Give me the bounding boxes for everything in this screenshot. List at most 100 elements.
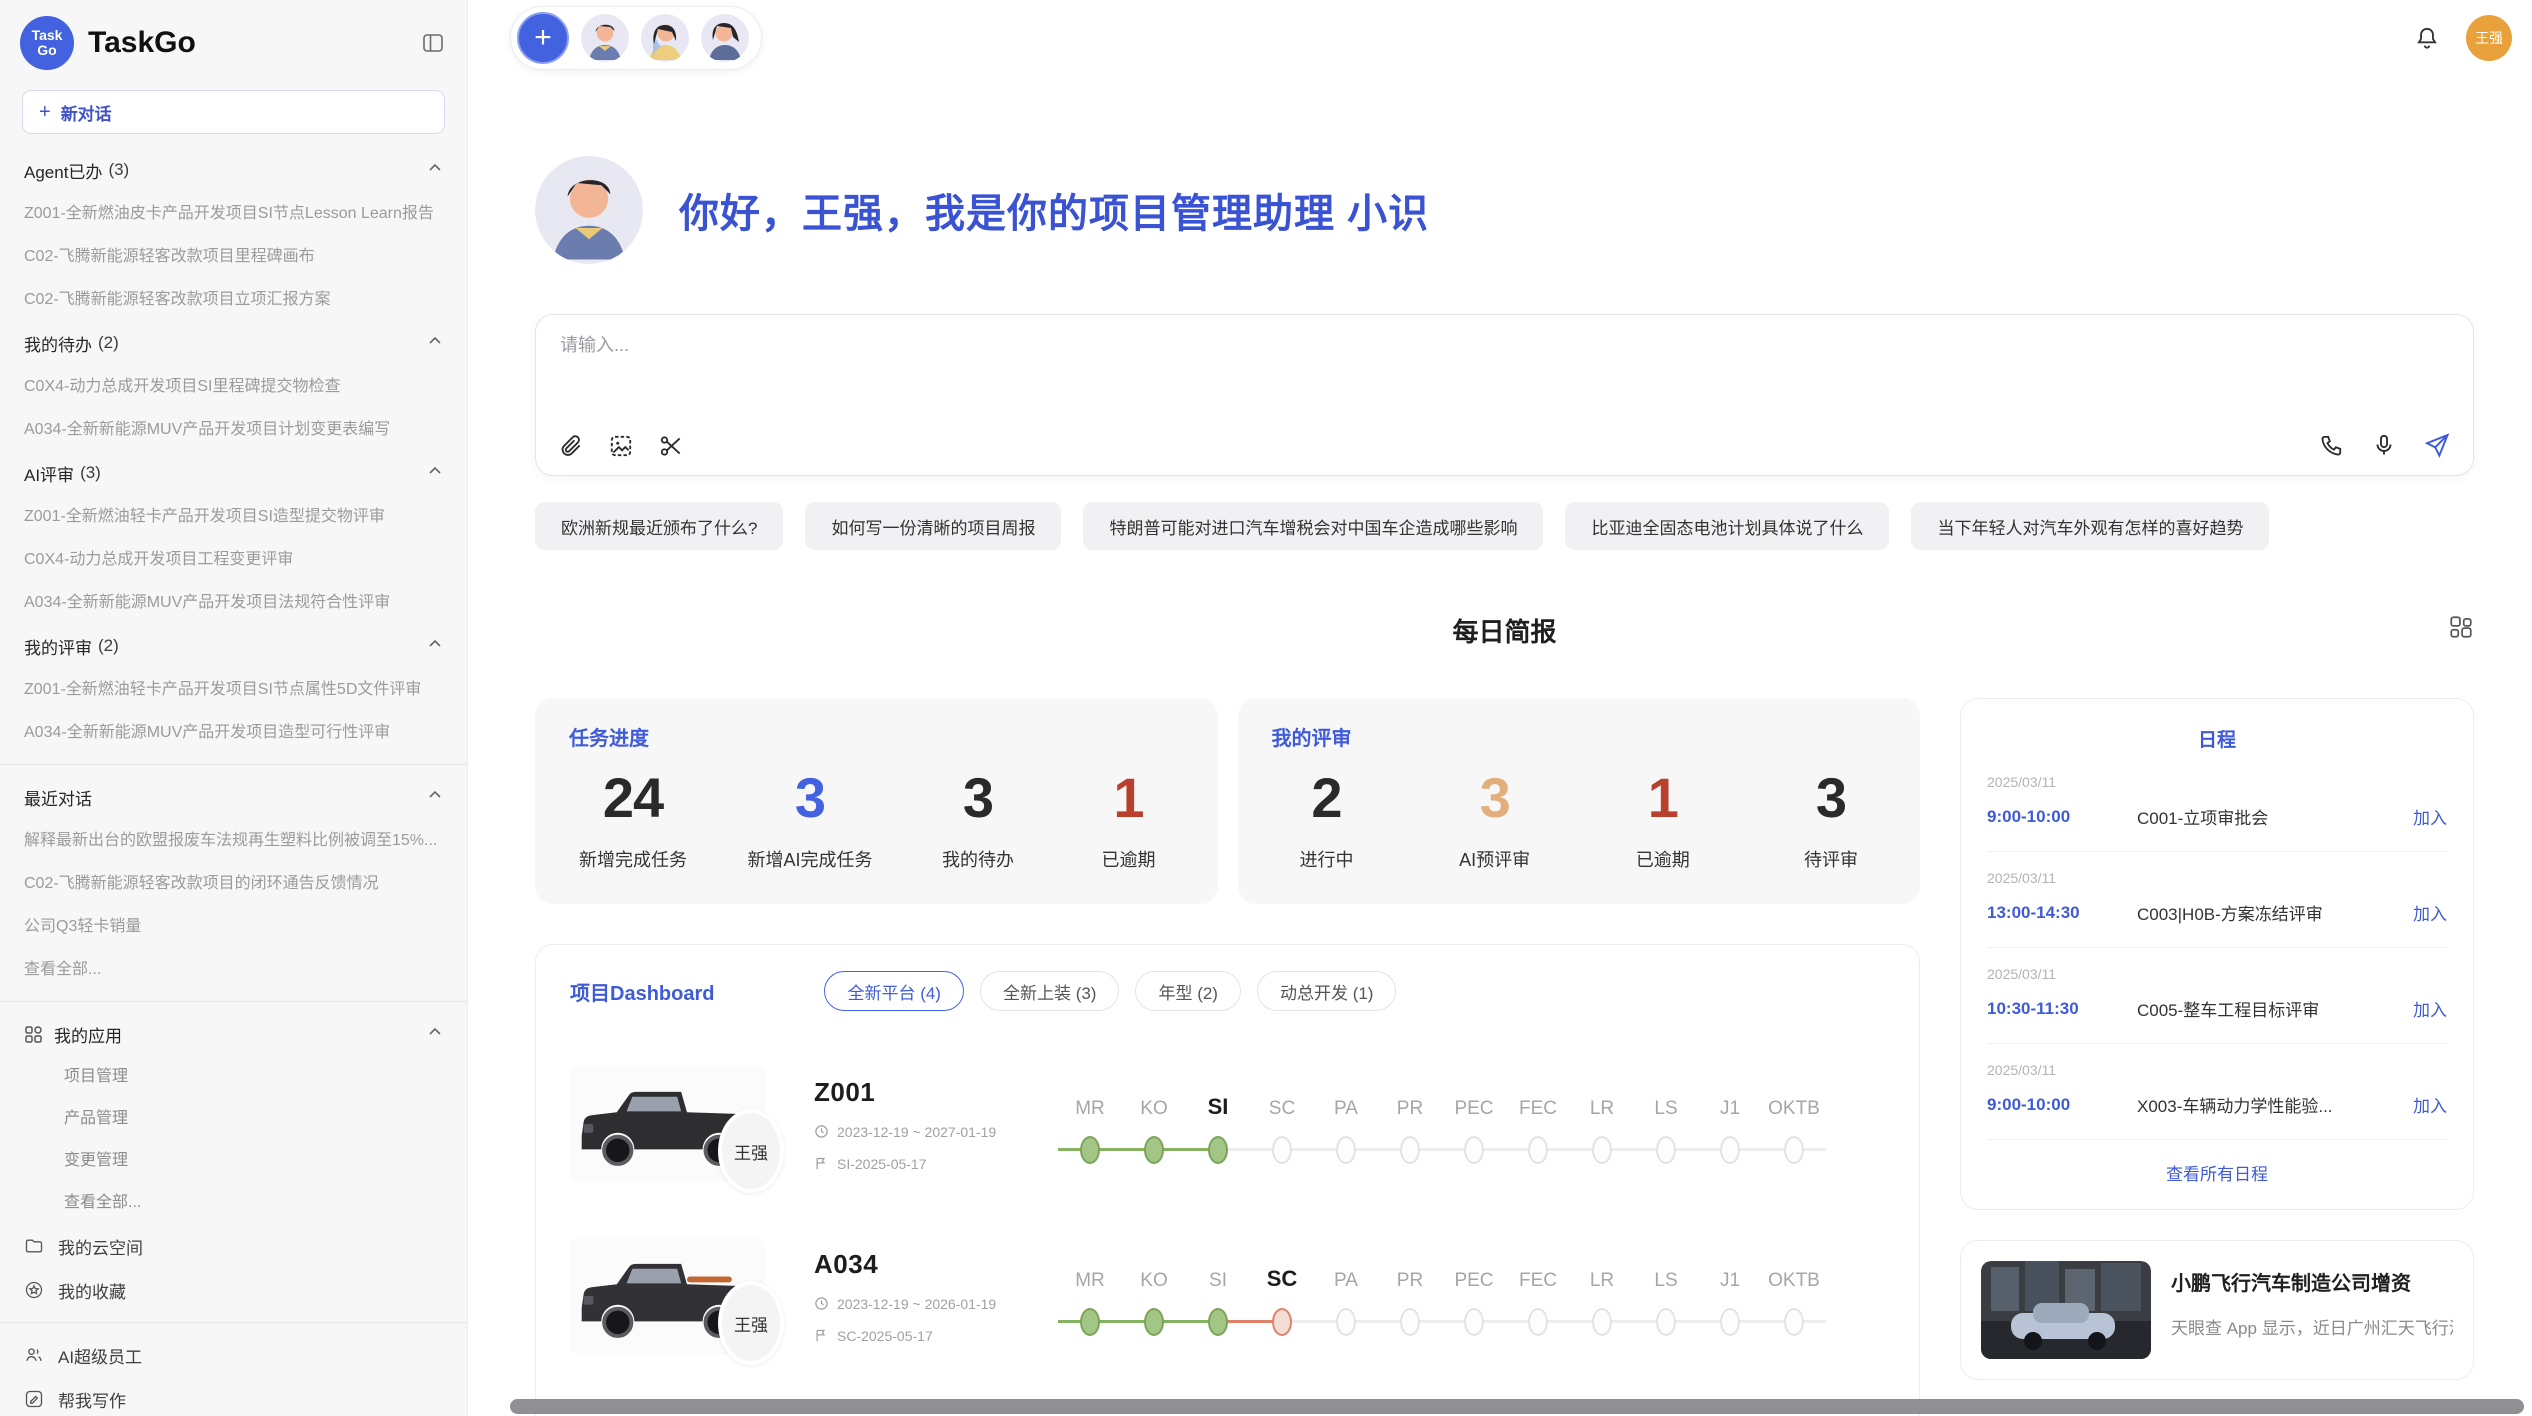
join-button[interactable]: 加入 xyxy=(2413,1092,2447,1117)
milestone-dot xyxy=(1336,1308,1356,1336)
milestone-label: FEC xyxy=(1519,1256,1557,1292)
milestone-mr: MR xyxy=(1058,1084,1122,1164)
suggestion-chip[interactable]: 比亚迪全固态电池计划具体说了什么 xyxy=(1565,502,1889,550)
milestone-label: PA xyxy=(1334,1256,1358,1292)
sidebar-item[interactable]: C0X4-动力总成开发项目SI里程碑提交物检查 xyxy=(0,365,467,408)
flag-icon xyxy=(814,1328,829,1343)
section-header-my-review[interactable]: 我的评审 (2) xyxy=(0,624,467,668)
app-item-product-mgmt[interactable]: 产品管理 xyxy=(0,1098,467,1140)
milestone-dot xyxy=(1592,1308,1612,1336)
agent-avatar-3[interactable] xyxy=(701,14,749,62)
section-header-ai-review[interactable]: AI评审 (3) xyxy=(0,451,467,495)
sidebar-item[interactable]: Z001-全新燃油皮卡产品开发项目SI节点Lesson Learn报告 xyxy=(0,192,467,235)
section-header-agent-done[interactable]: Agent已办 (3) xyxy=(0,148,467,192)
horizontal-scrollbar[interactable] xyxy=(510,1399,2524,1414)
milestone-lr: LR xyxy=(1570,1084,1634,1164)
tool-help-me-write[interactable]: 帮我写作 xyxy=(0,1377,467,1416)
milestone-dot xyxy=(1528,1308,1548,1336)
sidebar-item[interactable]: C0X4-动力总成开发项目工程变更评审 xyxy=(0,538,467,581)
my-favorites[interactable]: 我的收藏 xyxy=(0,1268,467,1312)
sidebar-item[interactable]: C02-飞腾新能源轻客改款项目里程碑画布 xyxy=(0,235,467,278)
milestone-ls: LS xyxy=(1634,1256,1698,1336)
app-window: Task Go TaskGo + 新对话 Agent已办 (3) Z001-全新… xyxy=(0,0,2532,1416)
suggestion-chip[interactable]: 特朗普可能对进口汽车增税会对中国车企造成哪些影响 xyxy=(1083,502,1543,550)
apps-view-all[interactable]: 查看全部... xyxy=(0,1182,467,1224)
sidebar-item[interactable]: Z001-全新燃油轻卡产品开发项目SI节点属性5D文件评审 xyxy=(0,668,467,711)
chat-input-box xyxy=(535,314,2474,476)
suggestion-chip[interactable]: 当下年轻人对汽车外观有怎样的喜好趋势 xyxy=(1911,502,2269,550)
project-row[interactable]: 王强 Z001 2023-12-19 ~ 2027-01-19 xyxy=(570,1065,1885,1183)
project-code: Z001 xyxy=(814,1077,1054,1108)
stat-my-todo: 3 我的待办 xyxy=(933,765,1023,872)
project-row[interactable]: 王强 A034 2023-12-19 ~ 2026-01-19 xyxy=(570,1237,1885,1355)
image-icon[interactable] xyxy=(608,433,634,459)
project-flag-milestone: SC-2025-05-17 xyxy=(837,1328,933,1344)
section-header-recent[interactable]: 最近对话 xyxy=(0,775,467,819)
milestone-dot xyxy=(1720,1308,1740,1336)
tab-new-body[interactable]: 全新上装 (3) xyxy=(980,971,1120,1011)
new-chat-button[interactable]: + 新对话 xyxy=(22,90,445,134)
main-area: + 王强 xyxy=(468,0,2532,1416)
join-button[interactable]: 加入 xyxy=(2413,900,2447,925)
tool-ai-super-staff[interactable]: AI超级员工 xyxy=(0,1333,467,1377)
milestone-label: FEC xyxy=(1519,1084,1557,1120)
app-item-change-mgmt[interactable]: 变更管理 xyxy=(0,1140,467,1182)
milestone-si: SI xyxy=(1186,1084,1250,1164)
user-avatar[interactable]: 王强 xyxy=(2466,15,2512,61)
milestone-label: PR xyxy=(1397,1084,1423,1120)
chat-input[interactable] xyxy=(560,331,2449,401)
milestone-dot xyxy=(1080,1136,1100,1164)
news-card[interactable]: 小鹏飞行汽车制造公司增资 天眼查 App 显示，近日广州汇天飞行汽... xyxy=(1960,1240,2474,1380)
sidebar-item[interactable]: A034-全新新能源MUV产品开发项目造型可行性评审 xyxy=(0,711,467,754)
recent-chat-item[interactable]: C02-飞腾新能源轻客改款项目的闭环通告反馈情况 xyxy=(0,862,467,905)
milestone-dot xyxy=(1784,1308,1804,1336)
sidebar-item[interactable]: C02-飞腾新能源轻客改款项目立项汇报方案 xyxy=(0,278,467,321)
layout-grid-icon[interactable] xyxy=(2448,614,2474,640)
suggestion-chip[interactable]: 欧洲新规最近颁布了什么? xyxy=(535,502,783,550)
app-item-project-mgmt[interactable]: 项目管理 xyxy=(0,1056,467,1098)
collapse-sidebar-icon[interactable] xyxy=(421,31,445,55)
section-header-my-apps[interactable]: 我的应用 xyxy=(0,1012,467,1056)
news-image xyxy=(1981,1261,2151,1359)
suggestion-chip[interactable]: 如何写一份清晰的项目周报 xyxy=(805,502,1061,550)
schedule-item: 2025/03/11 13:00-14:30 C003|H0B-方案冻结评审 加… xyxy=(1987,852,2447,948)
join-button[interactable]: 加入 xyxy=(2413,996,2447,1021)
project-owner-avatar: 王强 xyxy=(718,1281,784,1365)
sidebar-item[interactable]: Z001-全新燃油轻卡产品开发项目SI造型提交物评审 xyxy=(0,495,467,538)
tab-new-platform[interactable]: 全新平台 (4) xyxy=(824,971,964,1011)
add-agent-button[interactable]: + xyxy=(517,12,569,64)
phone-icon[interactable] xyxy=(2319,432,2345,458)
recent-chat-item[interactable]: 公司Q3轻卡销量 xyxy=(0,905,467,948)
recent-chat-item[interactable]: 解释最新出台的欧盟报废车法规再生塑料比例被调至15%... xyxy=(0,819,467,862)
tab-powertrain[interactable]: 动总开发 (1) xyxy=(1257,971,1397,1011)
content: 你好，王强，我是你的项目管理助理 小识 欧洲新规最近颁布了什么? 如何写一份清晰… xyxy=(468,156,2532,1416)
recent-view-all[interactable]: 查看全部... xyxy=(0,948,467,991)
sidebar-item[interactable]: A034-全新新能源MUV产品开发项目法规符合性评审 xyxy=(0,581,467,624)
tab-model-year[interactable]: 年型 (2) xyxy=(1135,971,1241,1011)
milestone-pec: PEC xyxy=(1442,1256,1506,1336)
agent-avatar-1[interactable] xyxy=(581,14,629,62)
section-header-my-todo[interactable]: 我的待办 (2) xyxy=(0,321,467,365)
scissors-icon[interactable] xyxy=(658,433,684,459)
milestone-dot xyxy=(1464,1308,1484,1336)
milestone-pec: PEC xyxy=(1442,1084,1506,1164)
project-dashboard-card: 项目Dashboard 全新平台 (4) 全新上装 (3) 年型 (2) 动总开… xyxy=(535,944,1920,1416)
my-cloud-space[interactable]: 我的云空间 xyxy=(0,1224,467,1268)
briefing-header: 每日简报 xyxy=(535,612,2474,648)
agent-avatar-2[interactable] xyxy=(641,14,689,62)
sidebar-item[interactable]: A034-全新新能源MUV产品开发项目计划变更表编写 xyxy=(0,408,467,451)
chevron-up-icon xyxy=(427,160,443,181)
sidebar-nav: Agent已办 (3) Z001-全新燃油皮卡产品开发项目SI节点Lesson … xyxy=(0,148,467,1416)
milestone-sc: SC xyxy=(1250,1084,1314,1164)
microphone-icon[interactable] xyxy=(2371,432,2397,458)
attachment-icon[interactable] xyxy=(558,433,584,459)
project-code: A034 xyxy=(814,1249,1054,1280)
project-info: Z001 2023-12-19 ~ 2027-01-19 SI-2025-05-… xyxy=(814,1077,1054,1172)
milestone-label: PR xyxy=(1397,1256,1423,1292)
dashboard-tabs: 全新平台 (4) 全新上装 (3) 年型 (2) 动总开发 (1) xyxy=(824,971,1396,1011)
send-icon[interactable] xyxy=(2423,431,2451,459)
view-all-schedule[interactable]: 查看所有日程 xyxy=(1987,1140,2447,1199)
milestone-label: KO xyxy=(1140,1256,1167,1292)
notification-bell-icon[interactable] xyxy=(2414,25,2440,51)
join-button[interactable]: 加入 xyxy=(2413,804,2447,829)
